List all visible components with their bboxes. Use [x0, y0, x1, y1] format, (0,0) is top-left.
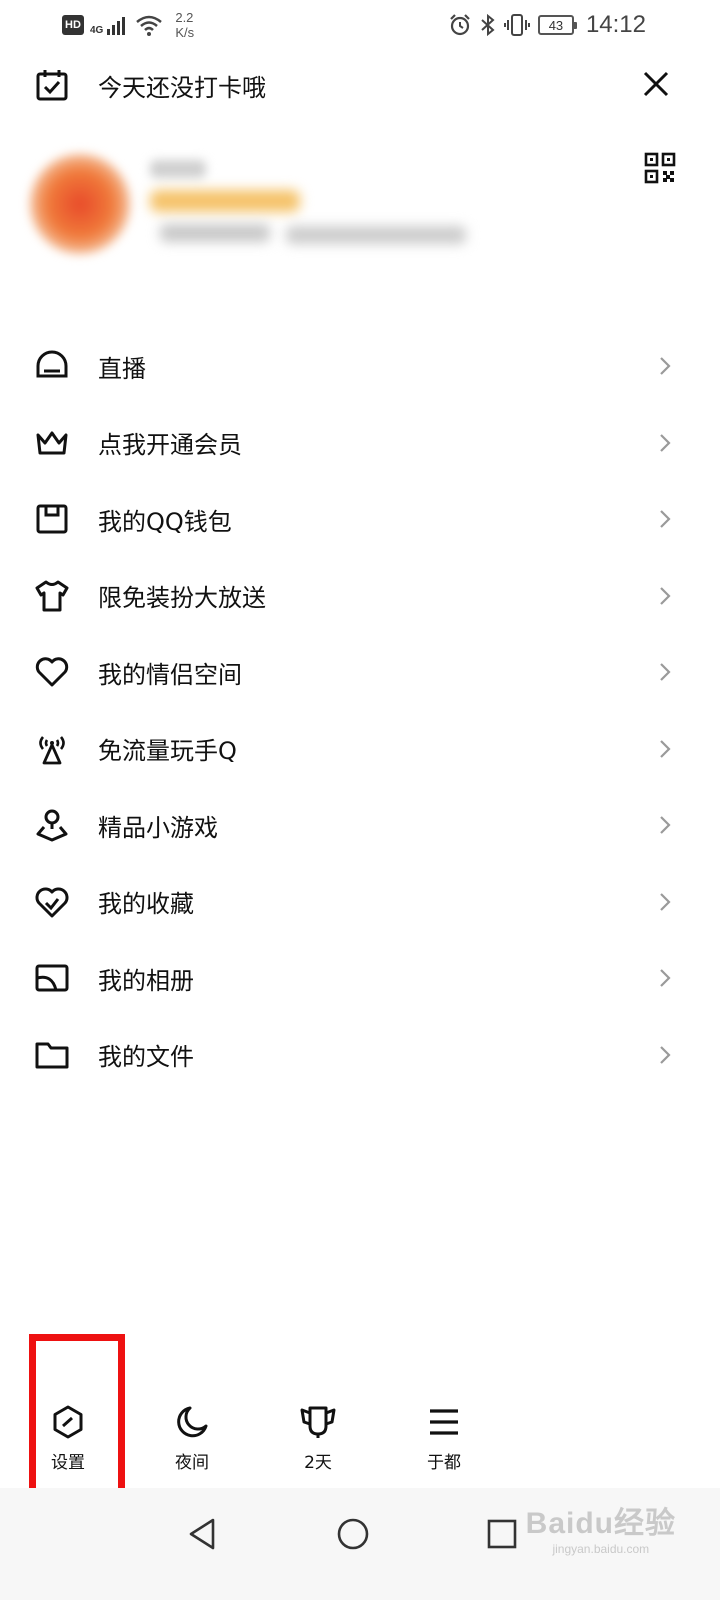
- menu-lines-icon: [424, 1402, 464, 1442]
- trophy-icon: [298, 1402, 338, 1442]
- wifi-icon: [136, 15, 163, 36]
- close-icon: [643, 71, 669, 97]
- location-label: 于都: [427, 1453, 461, 1473]
- chevron-right-icon: [660, 816, 671, 835]
- status-right: 43 14:12: [448, 11, 646, 39]
- chevron-right-icon: [660, 969, 671, 988]
- menu-item-files[interactable]: 我的文件: [0, 1017, 720, 1094]
- menu-label: 精品小游戏: [98, 813, 218, 842]
- crown-icon: [34, 425, 70, 461]
- network-type: 4G: [90, 25, 104, 36]
- days-label: 2天: [304, 1453, 332, 1473]
- speed-unit: K/s: [175, 25, 195, 40]
- watermark-url: jingyan.baidu.com: [552, 1542, 650, 1556]
- night-label: 夜间: [175, 1453, 209, 1473]
- menu-item-dressup[interactable]: 限免装扮大放送: [0, 558, 720, 635]
- menu-label: 免流量玩手Q: [98, 737, 237, 766]
- night-mode-button[interactable]: 夜间: [147, 1402, 237, 1488]
- vibrate-icon: [503, 14, 530, 36]
- wallet-icon: [34, 501, 70, 537]
- qr-code-button[interactable]: [644, 152, 676, 184]
- menu-item-album[interactable]: 我的相册: [0, 940, 720, 1017]
- menu-label: 点我开通会员: [98, 431, 242, 460]
- moon-icon: [172, 1402, 212, 1442]
- menu-label: 我的相册: [98, 966, 194, 995]
- system-nav-bar: Baidu经验 jingyan.baidu.com: [0, 1488, 720, 1600]
- calendar-check-icon: [36, 70, 68, 101]
- chevron-right-icon: [660, 739, 671, 758]
- blurred-level-badge: [150, 190, 300, 212]
- signal-icon: [107, 17, 126, 35]
- weather-button[interactable]: 2天: [273, 1402, 363, 1488]
- folder-icon: [34, 1037, 70, 1073]
- home-circle-icon: [337, 1518, 369, 1550]
- chevron-right-icon: [660, 357, 671, 376]
- game-icon: [34, 807, 70, 843]
- chevron-right-icon: [660, 892, 671, 911]
- chevron-right-icon: [660, 510, 671, 529]
- blurred-signature: [160, 224, 270, 242]
- status-bar: HD 4G 2.2 K/s 43 14:12: [0, 0, 720, 54]
- menu-label: 限免装扮大放送: [98, 584, 266, 613]
- checkin-text: 今天还没打卡哦: [98, 73, 266, 102]
- status-left: HD 4G 2.2 K/s: [62, 10, 194, 40]
- heart-icon: [34, 654, 70, 690]
- menu-label: 我的文件: [98, 1043, 194, 1072]
- menu-item-favorites[interactable]: 我的收藏: [0, 864, 720, 941]
- close-button[interactable]: [638, 66, 674, 102]
- menu-label: 直播: [98, 354, 146, 383]
- live-icon: [34, 348, 70, 384]
- antenna-icon: [34, 731, 70, 767]
- checkin-row[interactable]: 今天还没打卡哦: [34, 62, 266, 108]
- qr-code-icon: [644, 152, 676, 184]
- chevron-right-icon: [660, 433, 671, 452]
- profile-card[interactable]: [0, 140, 720, 280]
- chevron-right-icon: [660, 663, 671, 682]
- blurred-signature-extra: [286, 226, 466, 244]
- network-signal: 4G: [90, 14, 129, 36]
- hd-badge: HD: [62, 15, 84, 35]
- blurred-nickname: [150, 160, 206, 178]
- menu-list: 直播 点我开通会员 我的QQ钱包 限免装扮大放送 我的情侣空间 免流量玩手Q 精…: [0, 328, 720, 1093]
- speed-value: 2.2: [175, 10, 194, 25]
- back-button[interactable]: [178, 1510, 226, 1558]
- bluetooth-icon: [481, 13, 495, 37]
- chevron-right-icon: [660, 1045, 671, 1064]
- menu-label: 我的QQ钱包: [98, 507, 232, 536]
- recents-square-icon: [487, 1519, 517, 1549]
- menu-item-mini-games[interactable]: 精品小游戏: [0, 787, 720, 864]
- album-icon: [34, 960, 70, 996]
- menu-item-free-data[interactable]: 免流量玩手Q: [0, 711, 720, 788]
- menu-item-wallet[interactable]: 我的QQ钱包: [0, 481, 720, 558]
- favorite-icon: [34, 884, 70, 920]
- tshirt-icon: [34, 578, 70, 614]
- menu-label: 我的情侣空间: [98, 660, 242, 689]
- avatar[interactable]: [30, 154, 130, 254]
- home-button[interactable]: [329, 1510, 377, 1558]
- watermark-logo: Baidu经验: [525, 1507, 676, 1540]
- baidu-watermark: Baidu经验 jingyan.baidu.com: [526, 1498, 676, 1556]
- menu-item-couple-space[interactable]: 我的情侣空间: [0, 634, 720, 711]
- recents-button[interactable]: [478, 1510, 526, 1558]
- battery-indicator: 43: [537, 15, 577, 35]
- back-triangle-icon: [189, 1518, 215, 1550]
- menu-label: 我的收藏: [98, 890, 194, 919]
- clock: 14:12: [585, 11, 646, 38]
- alarm-icon: [450, 14, 470, 36]
- location-button[interactable]: 于都: [399, 1402, 489, 1488]
- menu-item-vip[interactable]: 点我开通会员: [0, 405, 720, 482]
- chevron-right-icon: [660, 586, 671, 605]
- network-speed: 2.2 K/s: [175, 10, 194, 40]
- menu-item-live[interactable]: 直播: [0, 328, 720, 405]
